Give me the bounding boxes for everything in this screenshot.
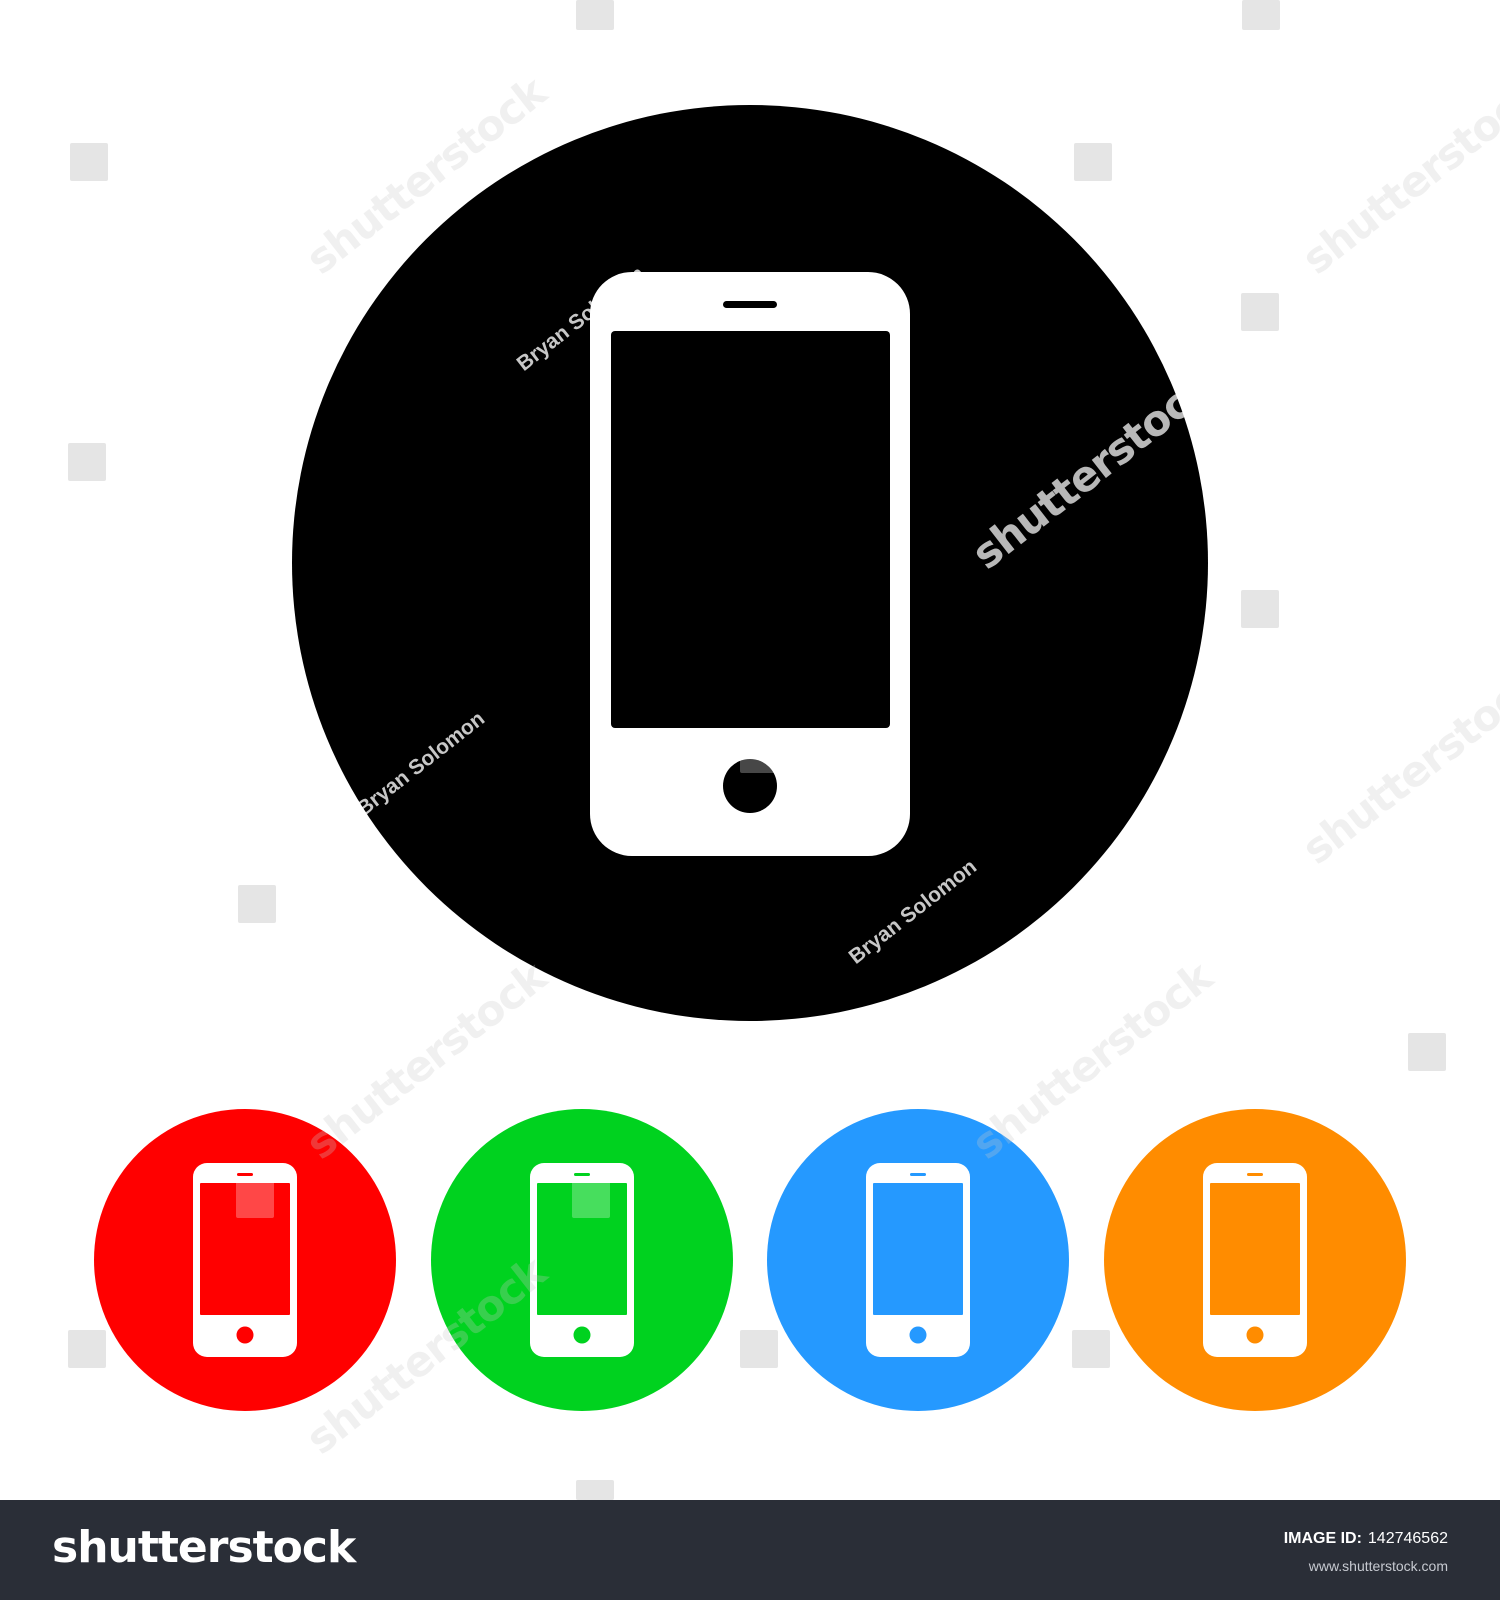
icon-artwork (68, 0, 1446, 1500)
image-id: IMAGE ID: 142746562 (1284, 1530, 1448, 1548)
smartphone-icon (866, 1163, 970, 1357)
icon-variant-orange (1104, 1109, 1406, 1411)
artwork-canvas: shutterstock shutterstock shutterstock s… (0, 0, 1500, 1500)
footer-bar: shutterstock IMAGE ID: 142746562 www.shut… (0, 1500, 1500, 1600)
icon-variant-red (94, 1109, 396, 1411)
footer-url[interactable]: www.shutterstock.com (1309, 1558, 1448, 1574)
footer-logo: shutterstock (52, 1522, 356, 1573)
icon-variant-blue (767, 1109, 1069, 1411)
image-id-label: IMAGE ID: (1283, 1530, 1362, 1547)
smartphone-icon (1203, 1163, 1307, 1357)
image-id-value: 142746562 (1367, 1530, 1448, 1547)
icon-variant-green (431, 1109, 733, 1411)
